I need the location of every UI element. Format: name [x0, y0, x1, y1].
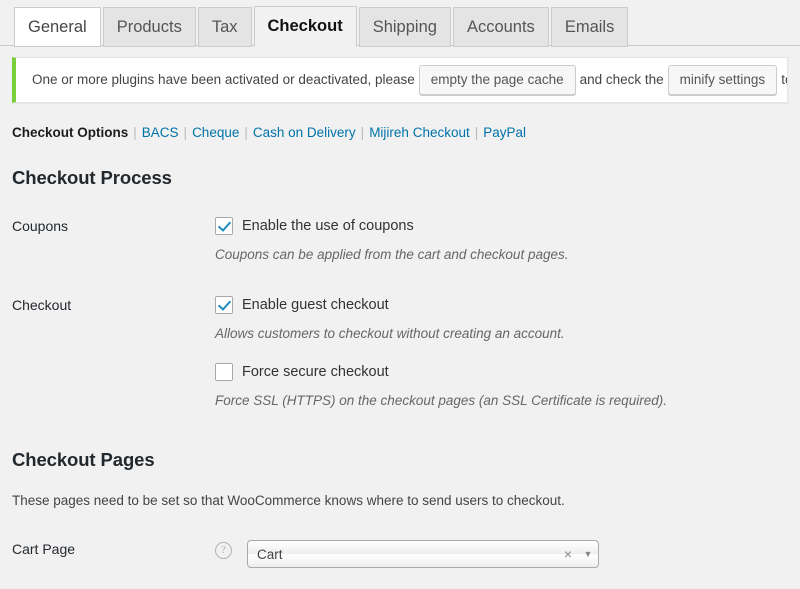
tab-accounts[interactable]: Accounts: [452, 7, 549, 47]
cart-page-description-clipped: [12, 577, 788, 589]
subnav-separator: |: [474, 125, 479, 140]
guest-checkout-control[interactable]: Enable guest checkout: [215, 296, 788, 314]
secure-checkout-checkbox[interactable]: [215, 363, 233, 381]
enable-coupons-control[interactable]: Enable the use of coupons: [215, 217, 788, 235]
guest-checkout-label[interactable]: Enable guest checkout: [242, 297, 389, 313]
coupons-row: Coupons Enable the use of coupons Coupon…: [12, 217, 788, 262]
settings-content: Checkout Process Coupons Enable the use …: [0, 167, 800, 589]
checkout-pages-description: These pages need to be set so that WooCo…: [12, 493, 565, 508]
cart-page-selected-value: Cart: [257, 546, 283, 562]
tab-general[interactable]: General: [14, 7, 101, 47]
checkout-process-heading: Checkout Process: [12, 167, 172, 188]
cart-page-row: Cart Page ? Cart × ▼: [12, 540, 788, 568]
close-icon[interactable]: ×: [558, 547, 578, 561]
checkout-pages-heading: Checkout Pages: [12, 449, 155, 470]
subnav-separator: |: [244, 125, 248, 140]
enable-coupons-label[interactable]: Enable the use of coupons: [242, 218, 414, 234]
notice-message: One or more plugins have been activated …: [16, 64, 787, 96]
subnav-item-paypal[interactable]: PayPal: [483, 125, 526, 140]
secure-checkout-label[interactable]: Force secure checkout: [242, 364, 389, 380]
notice-text-before: One or more plugins have been activated …: [32, 72, 415, 88]
secure-checkout-description: Force SSL (HTTPS) on the checkout pages …: [215, 393, 667, 408]
enable-coupons-description: Coupons can be applied from the cart and…: [215, 247, 569, 262]
subnav-item-cash-on-delivery[interactable]: Cash on Delivery: [253, 125, 356, 140]
cart-page-select[interactable]: Cart × ▼: [247, 540, 599, 568]
secure-checkout-control[interactable]: Force secure checkout: [215, 363, 788, 381]
guest-checkout-description: Allows customers to checkout without cre…: [215, 326, 565, 341]
minify-settings-button[interactable]: minify settings: [667, 64, 778, 96]
empty-page-cache-button[interactable]: empty the page cache: [418, 64, 576, 96]
plugin-activation-notice: One or more plugins have been activated …: [12, 57, 788, 103]
subnav-item-bacs[interactable]: BACS: [142, 125, 179, 140]
notice-text-after: to mai: [781, 72, 787, 88]
tab-tax[interactable]: Tax: [197, 7, 252, 47]
enable-coupons-checkbox[interactable]: [215, 217, 233, 235]
notice-text-middle: and check the: [579, 72, 664, 88]
tab-products[interactable]: Products: [102, 7, 196, 47]
checkout-label: Checkout: [12, 297, 72, 313]
subnav-separator: |: [133, 125, 137, 140]
checkout-field: Enable guest checkout Allows customers t…: [215, 296, 788, 408]
coupons-label: Coupons: [12, 218, 69, 234]
chevron-down-icon[interactable]: ▼: [578, 549, 598, 559]
checkout-row: Checkout Enable guest checkout Allows cu…: [12, 296, 788, 408]
checkout-subnav: Checkout Options | BACS | Cheque | Cash on Del…: [12, 125, 800, 140]
tab-checkout[interactable]: Checkout: [253, 6, 357, 47]
tab-shipping[interactable]: Shipping: [358, 7, 451, 47]
settings-tab-bar: General Products Tax Checkout Shipping Accoun…: [0, 0, 800, 47]
subnav-separator: |: [183, 125, 188, 140]
subnav-item-mijireh-checkout[interactable]: Mijireh Checkout: [369, 125, 470, 140]
guest-checkout-checkbox[interactable]: [215, 296, 233, 314]
coupons-field: Enable the use of coupons Coupons can be…: [215, 217, 788, 262]
subnav-item-checkout-options[interactable]: Checkout Options: [12, 125, 128, 140]
subnav-item-cheque[interactable]: Cheque: [192, 125, 239, 140]
help-circle-icon[interactable]: ?: [215, 542, 232, 559]
tab-emails[interactable]: Emails: [550, 7, 629, 47]
subnav-separator: |: [360, 125, 365, 140]
cart-page-label: Cart Page: [12, 541, 76, 557]
